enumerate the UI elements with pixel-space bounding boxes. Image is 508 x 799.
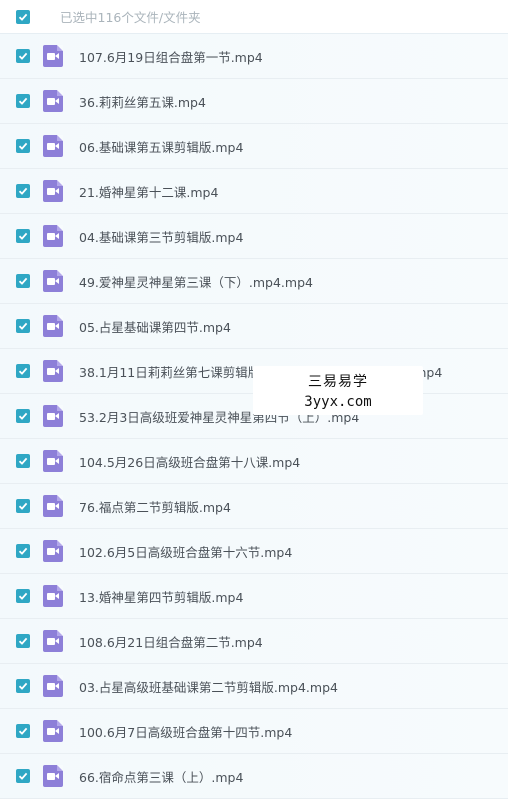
file-checkbox[interactable]: [16, 409, 30, 423]
checkmark-icon: [18, 97, 28, 105]
video-file-icon: [43, 450, 63, 472]
file-name[interactable]: 36.莉莉丝第五课.mp4: [79, 92, 206, 111]
file-checkbox[interactable]: [16, 769, 30, 783]
video-file-icon: [43, 135, 63, 157]
file-row[interactable]: 66.宿命点第三课（上）.mp4: [0, 754, 508, 799]
selection-count-label: 已选中116个文件/文件夹: [60, 10, 201, 25]
file-checkbox[interactable]: [16, 49, 30, 63]
file-name[interactable]: 107.6月19日组合盘第一节.mp4: [79, 47, 263, 66]
video-file-icon: [43, 585, 63, 607]
video-file-icon: [43, 225, 63, 247]
checkmark-icon: [18, 547, 28, 555]
video-file-icon: [43, 405, 63, 427]
file-checkbox[interactable]: [16, 229, 30, 243]
file-checkbox[interactable]: [16, 499, 30, 513]
file-checkbox[interactable]: [16, 139, 30, 153]
video-file-icon: [43, 495, 63, 517]
checkmark-icon: [18, 682, 28, 690]
file-checkbox[interactable]: [16, 319, 30, 333]
file-name[interactable]: 04.基础课第三节剪辑版.mp4: [79, 227, 243, 246]
checkmark-icon: [18, 502, 28, 510]
file-row[interactable]: 76.福点第二节剪辑版.mp4: [0, 484, 508, 529]
checkmark-icon: [18, 637, 28, 645]
video-file-icon: [43, 180, 63, 202]
checkmark-icon: [18, 187, 28, 195]
checkmark-icon: [18, 52, 28, 60]
file-checkbox[interactable]: [16, 724, 30, 738]
file-name[interactable]: 66.宿命点第三课（上）.mp4: [79, 767, 243, 786]
video-file-icon: [43, 315, 63, 337]
checkmark-icon: [18, 367, 28, 375]
file-row[interactable]: 05.占星基础课第四节.mp4: [0, 304, 508, 349]
file-name[interactable]: 49.爱神星灵神星第三课（下）.mp4.mp4: [79, 272, 313, 291]
video-file-icon: [43, 270, 63, 292]
video-file-icon: [43, 540, 63, 562]
file-name[interactable]: 76.福点第二节剪辑版.mp4: [79, 497, 231, 516]
video-file-icon: [43, 90, 63, 112]
checkmark-icon: [18, 232, 28, 240]
checkmark-icon: [18, 772, 28, 780]
checkmark-icon: [18, 277, 28, 285]
file-checkbox[interactable]: [16, 364, 30, 378]
file-row[interactable]: 04.基础课第三节剪辑版.mp4: [0, 214, 508, 259]
file-row[interactable]: 49.爱神星灵神星第三课（下）.mp4.mp4: [0, 259, 508, 304]
checkmark-icon: [18, 592, 28, 600]
video-file-icon: [43, 630, 63, 652]
file-row[interactable]: 21.婚神星第十二课.mp4: [0, 169, 508, 214]
video-file-icon: [43, 360, 63, 382]
file-checkbox[interactable]: [16, 454, 30, 468]
video-file-icon: [43, 45, 63, 67]
file-name[interactable]: 13.婚神星第四节剪辑版.mp4: [79, 587, 243, 606]
watermark-title: 三易易学: [308, 374, 368, 390]
file-row[interactable]: 107.6月19日组合盘第一节.mp4: [0, 34, 508, 79]
file-row[interactable]: 108.6月21日组合盘第二节.mp4: [0, 619, 508, 664]
checkmark-icon: [18, 412, 28, 420]
file-name[interactable]: 06.基础课第五课剪辑版.mp4: [79, 137, 243, 156]
select-all-checkbox[interactable]: [16, 9, 30, 24]
file-checkbox[interactable]: [16, 679, 30, 693]
checkmark-icon: [18, 457, 28, 465]
file-name[interactable]: 100.6月7日高级班合盘第十四节.mp4: [79, 722, 292, 741]
file-row[interactable]: 102.6月5日高级班合盘第十六节.mp4: [0, 529, 508, 574]
file-checkbox[interactable]: [16, 589, 30, 603]
file-name[interactable]: 104.5月26日高级班合盘第十八课.mp4: [79, 452, 300, 471]
video-file-icon: [43, 675, 63, 697]
video-file-icon: [43, 765, 63, 787]
watermark-url: 3yyx.com: [304, 394, 372, 410]
checkmark-icon: [18, 322, 28, 330]
file-checkbox[interactable]: [16, 274, 30, 288]
file-checkbox[interactable]: [16, 544, 30, 558]
file-name[interactable]: 21.婚神星第十二课.mp4: [79, 182, 218, 201]
file-checkbox[interactable]: [16, 184, 30, 198]
file-list: 107.6月19日组合盘第一节.mp4 36.莉莉丝第五课.mp4 06.基础课第五…: [0, 34, 508, 799]
checkmark-icon: [18, 142, 28, 150]
file-checkbox[interactable]: [16, 634, 30, 648]
watermark: 三易易学 3yyx.com: [253, 366, 423, 415]
file-name[interactable]: 03.占星高级班基础课第二节剪辑版.mp4.mp4: [79, 677, 338, 696]
file-name[interactable]: 108.6月21日组合盘第二节.mp4: [79, 632, 263, 651]
file-row[interactable]: 36.莉莉丝第五课.mp4: [0, 79, 508, 124]
file-name[interactable]: 102.6月5日高级班合盘第十六节.mp4: [79, 542, 292, 561]
checkmark-icon: [18, 13, 28, 21]
video-file-icon: [43, 720, 63, 742]
file-row[interactable]: 13.婚神星第四节剪辑版.mp4: [0, 574, 508, 619]
file-row[interactable]: 03.占星高级班基础课第二节剪辑版.mp4.mp4: [0, 664, 508, 709]
file-row[interactable]: 06.基础课第五课剪辑版.mp4: [0, 124, 508, 169]
file-checkbox[interactable]: [16, 94, 30, 108]
file-row[interactable]: 104.5月26日高级班合盘第十八课.mp4: [0, 439, 508, 484]
selection-header: 已选中116个文件/文件夹: [0, 0, 508, 34]
checkmark-icon: [18, 727, 28, 735]
file-name[interactable]: 05.占星基础课第四节.mp4: [79, 317, 231, 336]
file-row[interactable]: 100.6月7日高级班合盘第十四节.mp4: [0, 709, 508, 754]
